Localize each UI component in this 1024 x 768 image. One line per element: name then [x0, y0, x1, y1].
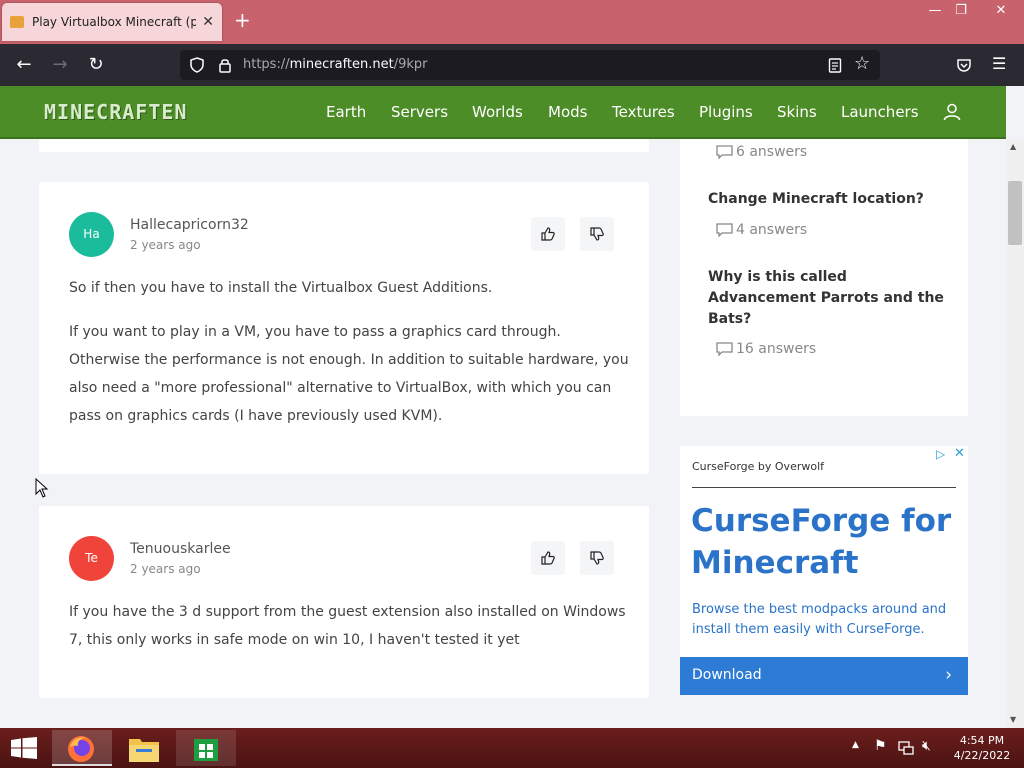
thumbs-up-icon [541, 227, 555, 241]
advertisement[interactable]: CurseForge by Overwolf ▷ ✕ CurseForge fo… [680, 446, 968, 695]
answer-paragraph: If you have the 3 d support from the gue… [69, 604, 626, 648]
answers-count[interactable]: 4 answers [736, 222, 807, 238]
answer-time: 2 years ago [130, 562, 201, 576]
nav-earth[interactable]: Earth [326, 103, 366, 121]
scroll-up-icon[interactable]: ▲ [1010, 142, 1016, 151]
bookmark-star-icon[interactable]: ☆ [854, 53, 870, 74]
related-question-link[interactable]: Change Minecraft location? [708, 189, 948, 210]
user-icon[interactable] [943, 103, 961, 121]
downvote-button[interactable] [580, 217, 614, 251]
url-bar[interactable]: https://minecraften.net/9kpr ☆ [180, 50, 880, 80]
answer-paragraph: So if then you have to install the Virtu… [69, 280, 493, 296]
taskbar-store[interactable] [176, 730, 236, 766]
answers-count[interactable]: 6 answers [736, 144, 807, 160]
related-question-link[interactable]: Why is this called Advancement Parrots a… [708, 267, 958, 330]
browser-tab-bar: Play Virtualbox Minecraft (probl ✕ + — ❐… [0, 0, 1024, 44]
answer-paragraph: If you want to play in a VM, you have to… [69, 324, 629, 424]
windows-taskbar: ▲ ⚑ 🔇︎ 4:54 PM 4/22/2022 [0, 728, 1024, 768]
back-icon[interactable]: ← [12, 54, 36, 76]
thumbs-down-icon [590, 551, 604, 565]
answer-time: 2 years ago [130, 238, 201, 252]
ad-divider [692, 487, 956, 488]
reader-view-icon[interactable] [828, 58, 842, 73]
tray-expand-icon[interactable]: ▲ [852, 740, 859, 750]
new-tab-icon[interactable]: + [234, 10, 251, 30]
author-name[interactable]: Hallecapricorn32 [130, 217, 249, 233]
related-questions-panel: 6 answers Change Minecraft location? 4 a… [680, 139, 968, 416]
avatar[interactable]: Ha [69, 212, 114, 257]
nav-worlds[interactable]: Worlds [472, 103, 523, 121]
folder-icon [129, 739, 159, 762]
avatar[interactable]: Te [69, 536, 114, 581]
forward-icon[interactable]: → [48, 54, 72, 76]
ad-download-button[interactable]: Download › [680, 657, 968, 695]
answer-card: Te Tenuouskarlee 2 years ago If you have… [39, 506, 649, 698]
menu-icon[interactable]: ☰ [992, 54, 1006, 73]
site-logo[interactable]: MINECRAFTEN [44, 100, 187, 124]
nav-servers[interactable]: Servers [391, 103, 448, 121]
nav-textures[interactable]: Textures [612, 103, 675, 121]
ad-close-icon[interactable]: ✕ [954, 446, 965, 461]
tab-title: Play Virtualbox Minecraft (probl [32, 15, 197, 29]
shield-icon[interactable] [189, 57, 205, 73]
comment-icon [716, 145, 733, 159]
mouse-cursor-icon [35, 478, 49, 498]
close-tab-icon[interactable]: ✕ [202, 14, 214, 30]
taskbar-firefox[interactable] [52, 730, 112, 766]
clock-time: 4:54 PM [959, 734, 1005, 747]
tray-clock[interactable]: 4:54 PM 4/22/2022 [952, 733, 1012, 763]
nav-launchers[interactable]: Launchers [841, 103, 919, 121]
answer-card: Ha Hallecapricorn32 2 years ago So if th… [39, 182, 649, 474]
downvote-button[interactable] [580, 541, 614, 575]
chevron-right-icon: › [945, 665, 952, 685]
ad-body: Browse the best modpacks around and inst… [692, 602, 947, 637]
browser-nav-bar: ← → ↻ https://minecraften.net/9kpr ☆ ☰ [0, 44, 1024, 86]
answers-count[interactable]: 16 answers [736, 341, 816, 357]
store-icon [194, 739, 218, 761]
upvote-button[interactable] [531, 541, 565, 575]
url-text[interactable]: https://minecraften.net/9kpr [243, 57, 428, 72]
close-window-icon[interactable]: ✕ [986, 2, 1016, 22]
thumbs-up-icon [541, 551, 555, 565]
taskbar-file-explorer[interactable] [114, 730, 174, 766]
nav-plugins[interactable]: Plugins [699, 103, 753, 121]
ad-heading: CurseForge for Minecraft [691, 503, 952, 581]
ad-brand: CurseForge by Overwolf [692, 460, 825, 473]
restore-icon[interactable]: ❐ [946, 2, 976, 22]
firefox-icon [68, 736, 94, 762]
ad-choices-icon[interactable]: ▷ [936, 447, 945, 461]
comment-icon [716, 342, 733, 356]
reload-icon[interactable]: ↻ [84, 54, 108, 76]
scrollbar-thumb[interactable] [1008, 181, 1022, 245]
comment-icon [716, 223, 733, 237]
ad-button-label: Download [692, 667, 762, 683]
page-scrollbar[interactable]: ▲ ▼ [1006, 139, 1024, 729]
author-name[interactable]: Tenuouskarlee [130, 541, 231, 557]
thumbs-down-icon [590, 227, 604, 241]
nav-skins[interactable]: Skins [777, 103, 817, 121]
pocket-icon[interactable] [956, 57, 972, 73]
nav-mods[interactable]: Mods [548, 103, 587, 121]
scroll-down-icon[interactable]: ▼ [1010, 715, 1016, 724]
browser-tab[interactable]: Play Virtualbox Minecraft (probl ✕ [2, 3, 222, 41]
upvote-button[interactable] [531, 217, 565, 251]
lock-icon[interactable] [218, 57, 232, 73]
previous-answer-card [39, 139, 649, 152]
network-icon[interactable] [898, 740, 914, 756]
volume-muted-icon[interactable]: 🔇︎ [922, 738, 931, 754]
action-center-flag-icon[interactable]: ⚑ [874, 738, 887, 754]
site-favicon-icon [10, 16, 24, 28]
clock-date: 4/22/2022 [953, 749, 1011, 762]
windows-start-icon[interactable] [10, 737, 38, 759]
site-header: MINECRAFTEN Earth Servers Worlds Mods Te… [0, 86, 1006, 139]
